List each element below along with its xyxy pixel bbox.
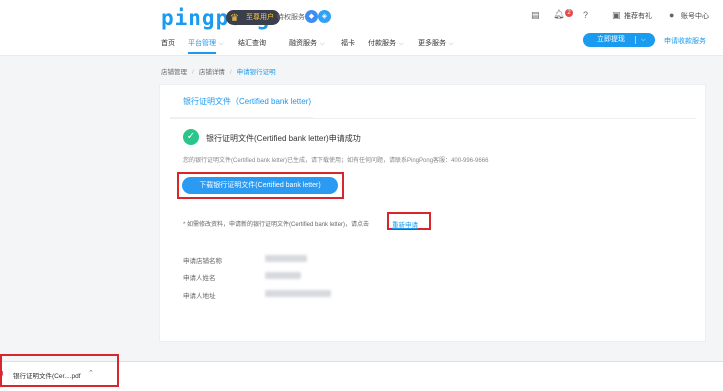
label-store-name: 申请店铺名称 xyxy=(183,258,222,265)
notification-count-badge: 2 xyxy=(565,9,573,17)
redacted-applicant-name xyxy=(265,272,301,279)
recommend-link[interactable]: 推荐有礼 xyxy=(624,11,652,21)
member-badge[interactable]: ♛ 至尊用户 xyxy=(226,10,280,25)
chevron-up-icon[interactable]: ⌃ xyxy=(88,369,94,377)
account-center-link[interactable]: 账号中心 xyxy=(681,11,709,21)
content-card xyxy=(159,84,706,342)
nav-item-more[interactable]: 更多服务 ⌵ xyxy=(418,38,454,48)
breadcrumb-item[interactable]: 店铺管理 xyxy=(161,69,187,76)
gift-icon[interactable]: ▣ xyxy=(612,10,621,21)
success-check-icon: ✓ xyxy=(183,129,199,145)
nav-item-payment[interactable]: 付款服务 ⌵ xyxy=(368,38,404,48)
chevron-down-icon: ⌵ xyxy=(320,41,325,47)
main-nav: 首页 平台管理 ⌵ 结汇查询 融资服务 ⌵ 福卡 付款服务 ⌵ 更多服务 ⌵ xyxy=(0,38,560,52)
chevron-down-icon: ⌵ xyxy=(449,41,454,47)
nav-item-fuka[interactable]: 福卡 xyxy=(341,38,355,48)
nav-active-underline xyxy=(188,52,216,54)
nav-item-financing[interactable]: 融资服务 ⌵ xyxy=(289,38,325,48)
tab-bank-letter[interactable]: 银行证明文件（Certified bank letter) xyxy=(183,96,311,107)
success-description: 您的银行证明文件(Certified bank letter)已生成，请下载使用… xyxy=(183,158,489,164)
label-applicant-address: 申请人地址 xyxy=(183,293,216,300)
breadcrumb: 店铺管理 / 店铺详情 / 申请银行证明 xyxy=(161,69,276,76)
bell-icon[interactable]: 🔔︎ xyxy=(553,9,564,20)
pdf-icon: ▮ xyxy=(0,371,4,377)
withdraw-button[interactable]: 立即提现 ⌵ xyxy=(583,33,655,47)
reapply-hint: * 如需修改资料，申请新的银行证明文件(Certified bank lette… xyxy=(183,222,370,228)
redacted-store-name xyxy=(265,255,307,262)
label-applicant-name: 申请人姓名 xyxy=(183,275,216,282)
account-icon[interactable]: ● xyxy=(669,10,674,20)
help-icon[interactable]: ? xyxy=(583,10,588,20)
breadcrumb-current: 申请银行证明 xyxy=(236,69,276,76)
privilege-label[interactable]: 特权服务 xyxy=(277,12,305,22)
nav-item-settlement[interactable]: 结汇查询 xyxy=(238,38,266,48)
success-title: 银行证明文件(Certified bank letter)申请成功 xyxy=(206,134,361,143)
nav-item-platform[interactable]: 平台管理 ⌵ xyxy=(188,38,224,48)
nav-item-home[interactable]: 首页 xyxy=(161,38,175,48)
crown-icon: ♛ xyxy=(230,13,239,24)
privilege-icon-a[interactable]: ◆ xyxy=(305,10,318,23)
member-badge-label: 至尊用户 xyxy=(246,14,274,21)
apply-collection-link[interactable]: 申请收款服务 xyxy=(664,36,706,46)
download-bank-letter-button[interactable]: 下载银行证明文件(Certified bank letter) xyxy=(182,177,338,194)
privilege-icon-b[interactable]: ◈ xyxy=(318,10,331,23)
chevron-down-icon: ⌵ xyxy=(399,41,404,47)
document-icon[interactable]: ▤ xyxy=(531,10,540,21)
divider xyxy=(170,118,696,119)
downloaded-file-name[interactable]: 银行证明文件(Cer....pdf xyxy=(13,370,81,380)
redacted-applicant-address xyxy=(265,290,331,297)
reapply-link[interactable]: 重新申请 xyxy=(392,219,418,229)
chevron-down-icon[interactable]: ⌵ xyxy=(641,33,646,47)
breadcrumb-item[interactable]: 店铺详情 xyxy=(199,69,225,76)
chevron-down-icon: ⌵ xyxy=(219,41,224,47)
